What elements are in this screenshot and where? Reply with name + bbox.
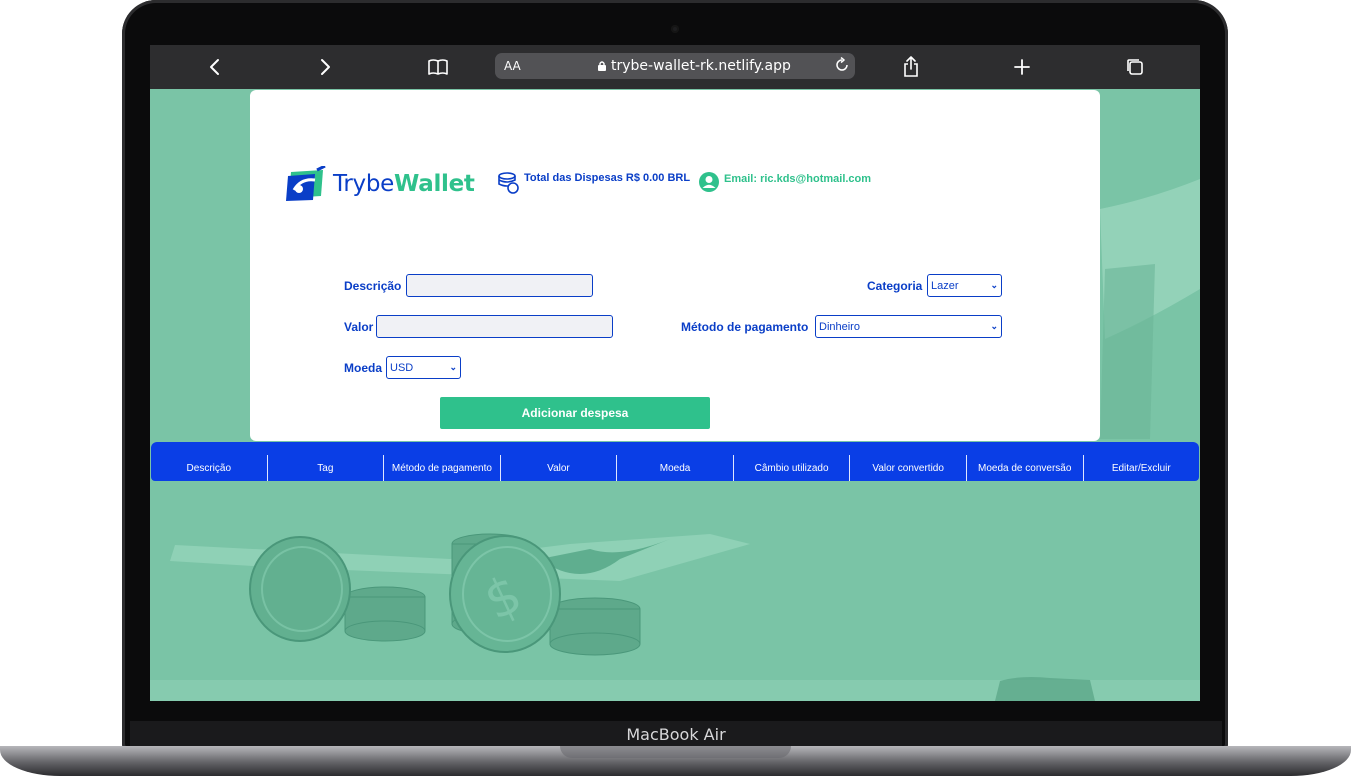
user-email: Email: ric.kds@hotmail.com xyxy=(698,171,871,193)
camera-icon xyxy=(671,25,679,33)
address-bar[interactable]: AA trybe-wallet-rk.netlify.app xyxy=(495,53,855,79)
category-selected: Lazer xyxy=(931,279,959,292)
book-icon xyxy=(428,59,448,75)
wallet-page: $ TrybeWallet Total das Dispesas R$ 0.00… xyxy=(150,89,1200,701)
chevron-right-icon xyxy=(321,59,330,75)
expense-form-card xyxy=(250,90,1100,441)
share-icon xyxy=(904,56,918,77)
table-header-cell: Método de pagamento xyxy=(384,455,501,481)
table-header-cell: Editar/Excluir xyxy=(1111,462,1171,474)
browser-toolbar: AA trybe-wallet-rk.netlify.app xyxy=(150,45,1200,89)
category-label: Categoria xyxy=(867,279,923,293)
expenses-table-header: Descrição Tag Método de pagamento Valor … xyxy=(151,442,1199,481)
description-input[interactable] xyxy=(406,274,593,297)
tabs-button[interactable] xyxy=(1123,55,1147,79)
lock-icon xyxy=(598,61,606,71)
model-label: MacBook Air xyxy=(626,725,726,744)
bookmarks-button[interactable] xyxy=(426,55,450,79)
tabs-icon xyxy=(1127,59,1143,75)
chevron-down-icon: ⌄ xyxy=(990,321,998,331)
table-header-cell: Valor xyxy=(501,455,618,481)
payment-method-selected: Dinheiro xyxy=(819,320,860,333)
model-strip: MacBook Air xyxy=(130,721,1222,748)
total-expenses: Total das Dispesas R$ 0.00 BRL xyxy=(497,171,690,195)
screen: AA trybe-wallet-rk.netlify.app $ TrybeWa… xyxy=(150,45,1200,701)
value-input[interactable] xyxy=(376,315,613,338)
share-button[interactable] xyxy=(899,55,923,79)
url-text[interactable]: trybe-wallet-rk.netlify.app xyxy=(611,58,791,74)
screen-bottom-bezel xyxy=(130,701,1220,721)
payment-method-label: Método de pagamento xyxy=(681,320,809,334)
wallet-logo-icon xyxy=(286,166,326,201)
total-expenses-text: Total das Dispesas R$ 0.00 BRL xyxy=(524,172,691,184)
logo-text: TrybeWallet xyxy=(333,171,475,197)
new-tab-button[interactable] xyxy=(1010,55,1034,79)
user-email-text: Email: ric.kds@hotmail.com xyxy=(724,173,872,185)
coins-icon xyxy=(498,172,519,194)
payment-method-select[interactable]: Dinheiro ⌄ xyxy=(815,315,1002,338)
plus-icon xyxy=(1014,59,1030,75)
description-label: Descrição xyxy=(344,279,402,293)
category-select[interactable]: Lazer ⌄ xyxy=(927,274,1002,297)
table-header-cell: Descrição xyxy=(151,455,268,481)
table-header-cell: Câmbio utilizado xyxy=(734,455,851,481)
chevron-down-icon: ⌄ xyxy=(990,280,998,290)
add-expense-button[interactable]: Adicionar despesa xyxy=(440,397,710,429)
currency-selected: USD xyxy=(390,361,414,374)
forward-button[interactable] xyxy=(313,55,337,79)
reload-icon[interactable] xyxy=(834,57,850,73)
chevron-down-icon: ⌄ xyxy=(449,362,457,372)
currency-label: Moeda xyxy=(344,361,383,375)
user-avatar-icon xyxy=(699,172,719,192)
text-size-button[interactable]: AA xyxy=(504,59,521,73)
chevron-left-icon xyxy=(210,59,219,75)
laptop-base-notch xyxy=(560,746,791,758)
table-header-cell: Tag xyxy=(268,455,385,481)
table-header-cell: Moeda de conversão xyxy=(967,455,1084,481)
currency-select[interactable]: USD ⌄ xyxy=(386,356,461,379)
back-button[interactable] xyxy=(203,55,227,79)
value-label: Valor xyxy=(344,320,374,334)
trybe-wallet-logo: TrybeWallet xyxy=(285,166,475,202)
table-header-cell: Moeda xyxy=(617,455,734,481)
table-header-cell: Valor convertido xyxy=(850,455,967,481)
